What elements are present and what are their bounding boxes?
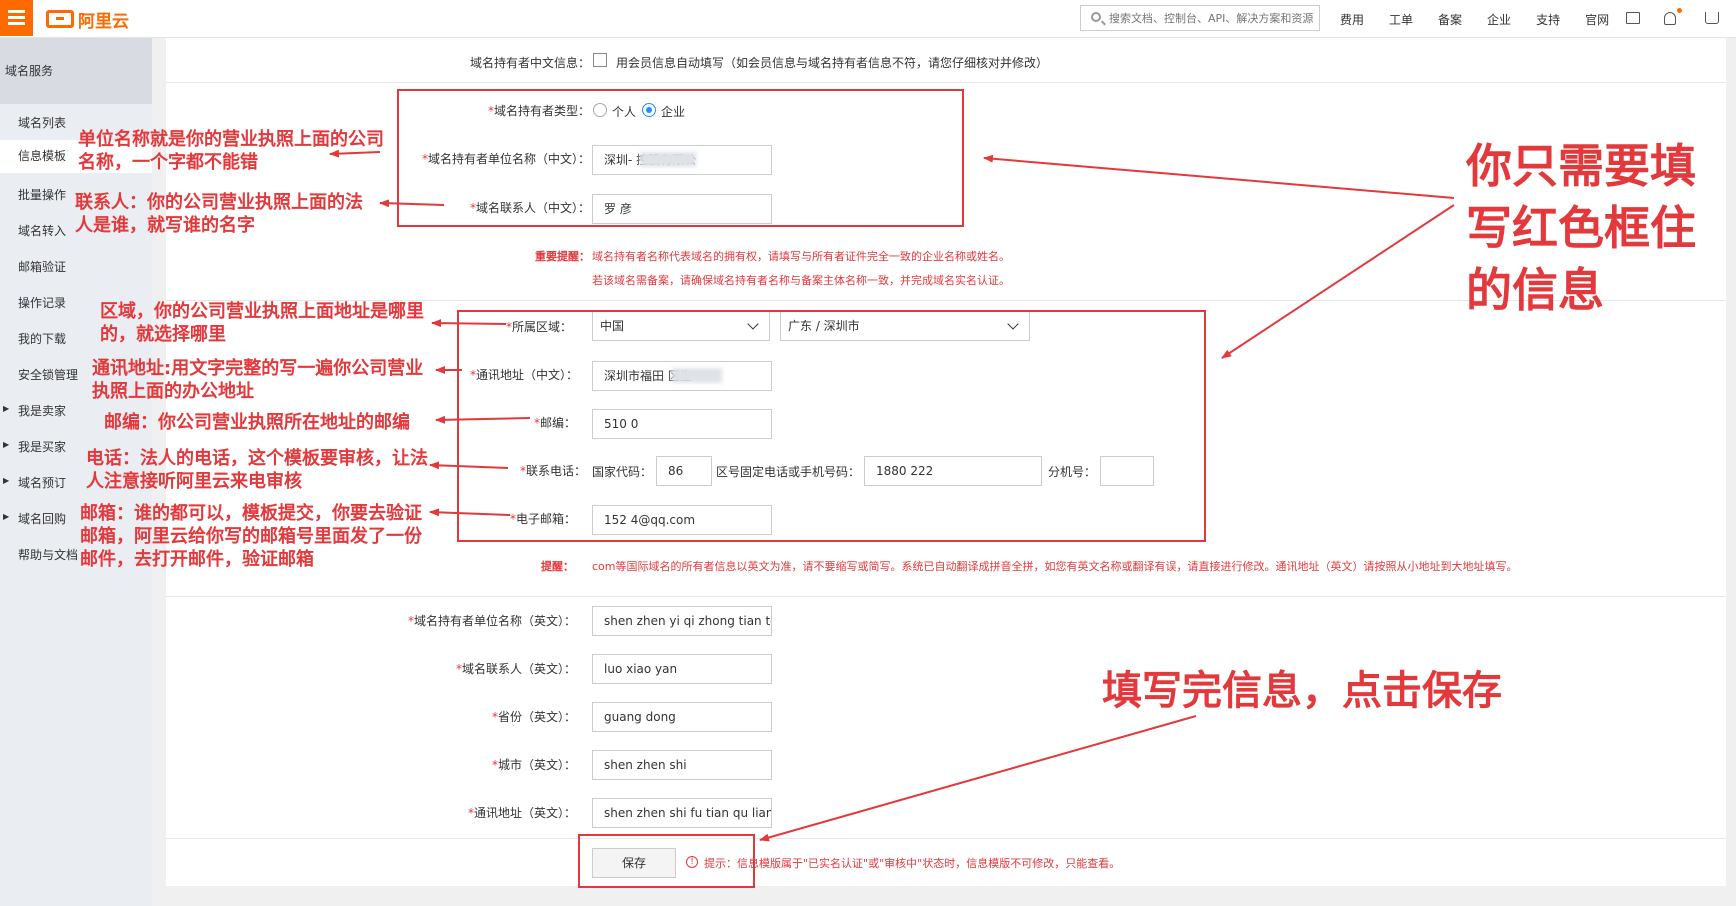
divider	[166, 596, 1726, 597]
notice-line-1: 域名持有者名称代表域名的拥有权，请填写与所有者证件完全一致的企业名称或姓名。	[592, 250, 1010, 263]
nav-tickets[interactable]: 工单	[1389, 11, 1413, 28]
sidebar-item-reserve[interactable]: 域名预订	[18, 474, 66, 491]
auto-fill-text: 用会员信息自动填写（如会员信息与域名持有者信息不符，请您仔细核对并修改）	[616, 56, 1049, 70]
sidebar-item-transfer-in[interactable]: 域名转入	[18, 222, 66, 239]
divider	[166, 82, 1726, 83]
search-box[interactable]	[1080, 5, 1320, 31]
notice-label: 重要提醒：	[535, 250, 590, 263]
annotation-phone: 电话：法人的电话，这个模板要审核，让法人注意接听阿里云来电审核	[86, 448, 428, 492]
sidebar-item-operation-log[interactable]: 操作记录	[18, 294, 66, 311]
aliyun-logo[interactable]: 阿里云	[46, 8, 129, 32]
city-en-input[interactable]: shen zhen shi	[592, 750, 772, 780]
contact-en-label: *域名联系人（英文）：	[455, 662, 576, 676]
top-nav: 费用 工单 备案 企业 支持 官网	[1340, 0, 1634, 38]
city-en-label: *城市（英文）：	[491, 758, 576, 772]
address-en-label: *通讯地址（英文）：	[467, 806, 576, 820]
search-icon[interactable]	[1091, 12, 1101, 22]
terminal-icon[interactable]	[1626, 12, 1640, 24]
sidebar-item-email-verify[interactable]: 邮箱验证	[18, 258, 66, 275]
top-bar: 阿里云 费用 工单 备案 企业 支持 官网	[0, 0, 1736, 38]
caret-right-icon: ▶	[3, 404, 10, 413]
highlight-box-save	[578, 834, 755, 888]
notice-line-2: 若该域名需备案，请确保域名持有者名称与备案主体名称一致，并完成域名实名认证。	[592, 274, 1010, 287]
contact-en-input[interactable]: luo xiao yan	[592, 654, 772, 684]
sidebar-item-domain-list[interactable]: 域名列表	[18, 114, 66, 131]
cart-icon[interactable]	[1705, 12, 1719, 24]
cn-info-label: 域名持有者中文信息：	[469, 56, 590, 70]
search-input[interactable]	[1109, 9, 1315, 27]
company-en-input[interactable]: shen zhen yi qi zhong tian tou	[592, 606, 772, 636]
bell-icon[interactable]	[1664, 12, 1676, 25]
tip-text: com等国际域名的所有者信息以英文为准，请不要缩写或简写。系统已自动翻译成拼音全…	[592, 560, 1518, 573]
sidebar-item-downloads[interactable]: 我的下载	[18, 330, 66, 347]
nav-enterprise[interactable]: 企业	[1487, 11, 1511, 28]
caret-right-icon: ▶	[3, 440, 10, 449]
save-hint: 提示：信息模版属于"已实名认证"或"审核中"状态时，信息模版不可修改，只能查看。	[704, 857, 1121, 870]
annotation-save-note: 填写完信息，点击保存	[1102, 668, 1502, 714]
annotation-email: 邮箱：谁的都可以，模板提交，你要去验证邮箱，阿里云给你写的邮箱号里面发了一份邮件…	[80, 503, 422, 570]
menu-icon[interactable]	[0, 0, 33, 36]
province-en-input[interactable]: guang dong	[592, 702, 772, 732]
sidebar-item-buyback[interactable]: 域名回购	[18, 510, 66, 527]
annotation-company-name: 单位名称就是你的营业执照上面的公司名称，一个字都不能错	[78, 129, 384, 173]
address-en-input[interactable]: shen zhen shi fu tian qu lian h	[592, 798, 772, 828]
sidebar-item-security-lock[interactable]: 安全锁管理	[18, 366, 78, 383]
caret-right-icon: ▶	[3, 476, 10, 485]
highlight-box-holder	[397, 89, 964, 227]
sidebar-title: 域名服务	[0, 38, 152, 104]
nav-icp[interactable]: 备案	[1438, 11, 1462, 28]
caret-right-icon: ▶	[3, 512, 10, 521]
logo-text: 阿里云	[78, 11, 129, 32]
tip-label: 提醒：	[541, 560, 574, 573]
sidebar-item-buyer[interactable]: 我是买家	[18, 438, 66, 455]
divider	[166, 838, 1726, 839]
aliyun-logo-icon	[46, 10, 74, 28]
nav-website[interactable]: 官网	[1585, 11, 1609, 28]
sidebar-item-batch[interactable]: 批量操作	[18, 186, 66, 203]
nav-support[interactable]: 支持	[1536, 11, 1560, 28]
auto-fill-checkbox[interactable]	[593, 53, 607, 67]
annotation-address: 通讯地址:用文字完整的写一遍你公司营业执照上面的办公地址	[92, 358, 424, 402]
notification-dot	[1677, 8, 1682, 13]
sidebar-item-seller[interactable]: 我是卖家	[18, 402, 66, 419]
company-en-label: *域名持有者单位名称（英文）：	[407, 614, 576, 628]
province-en-label: *省份（英文）：	[491, 710, 576, 724]
nav-fees[interactable]: 费用	[1340, 11, 1364, 28]
sidebar-item-help-docs[interactable]: 帮助与文档	[18, 546, 78, 563]
annotation-big-note: 你只需要填写红色框住的信息	[1466, 139, 1696, 317]
highlight-box-contact	[457, 310, 1206, 542]
annotation-postcode: 邮编：你公司营业执照所在地址的邮编	[104, 412, 410, 433]
annotation-contact: 联系人：你的公司营业执照上面的法人是谁，就写谁的名字	[75, 192, 363, 236]
annotation-region: 区域，你的公司营业执照上面地址是哪里的，就选择哪里	[100, 301, 424, 345]
